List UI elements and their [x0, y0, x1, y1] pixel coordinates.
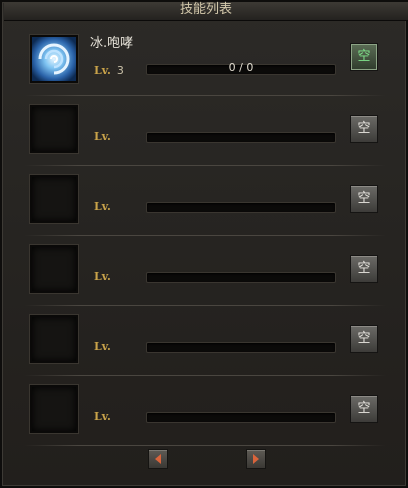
skill-list-window: 技能列表 冰.咆哮 Lv. 3 0 / 0 空 Lv. 空 Lv. 空 Lv. …	[0, 0, 408, 488]
skill-progress-bar: 0 / 0	[146, 61, 336, 75]
level-label: Lv.	[94, 340, 111, 353]
skill-progress-bar	[146, 272, 336, 283]
row-divider	[24, 445, 386, 446]
level-label: Lv.	[94, 130, 111, 143]
prev-page-button[interactable]	[148, 449, 168, 469]
skill-slot[interactable]	[30, 385, 78, 433]
skill-slot[interactable]	[30, 245, 78, 293]
skill-progress-bar	[146, 342, 336, 353]
skill-row: Lv. 空	[18, 236, 392, 306]
skill-level: Lv.	[94, 270, 117, 283]
skill-progress-bar	[146, 202, 336, 213]
progress-text: 0 / 0	[228, 61, 254, 74]
skill-slot[interactable]	[30, 35, 78, 83]
skill-level: Lv.	[94, 130, 117, 143]
skill-slot[interactable]	[30, 315, 78, 363]
level-label: Lv.	[94, 64, 111, 77]
skill-name: 冰.咆哮	[90, 36, 134, 51]
level-label: Lv.	[94, 200, 111, 213]
skill-slot-button[interactable]: 空	[350, 325, 378, 353]
skill-progress-bar	[146, 412, 336, 423]
level-label: Lv.	[94, 410, 111, 423]
arrow-right-icon	[253, 454, 259, 464]
next-page-button[interactable]	[246, 449, 266, 469]
skill-slot-button[interactable]: 空	[350, 395, 378, 423]
skill-level: Lv.	[94, 200, 117, 213]
title-bar[interactable]: 技能列表	[4, 2, 408, 21]
level-label: Lv.	[94, 270, 111, 283]
level-value: 3	[116, 64, 124, 77]
skill-row: Lv. 空	[18, 166, 392, 236]
skill-slot-button[interactable]: 空	[350, 115, 378, 143]
skill-slot-button[interactable]: 空	[350, 255, 378, 283]
skill-row: 冰.咆哮 Lv. 3 0 / 0 空	[18, 26, 392, 96]
skill-level: Lv.	[94, 340, 117, 353]
ice-vortex-icon	[32, 37, 76, 81]
skill-slot[interactable]	[30, 175, 78, 223]
skill-slot-button[interactable]: 空	[350, 185, 378, 213]
window-title: 技能列表	[179, 2, 232, 17]
skill-slot-button[interactable]: 空	[350, 43, 378, 71]
skill-progress-bar	[146, 132, 336, 143]
skill-row: Lv. 空	[18, 376, 392, 446]
arrow-left-icon	[155, 454, 161, 464]
skill-row: Lv. 空	[18, 306, 392, 376]
skill-slot[interactable]	[30, 105, 78, 153]
skill-level: Lv.	[94, 410, 117, 423]
skill-level: Lv. 3	[94, 64, 124, 77]
skill-row: Lv. 空	[18, 96, 392, 166]
